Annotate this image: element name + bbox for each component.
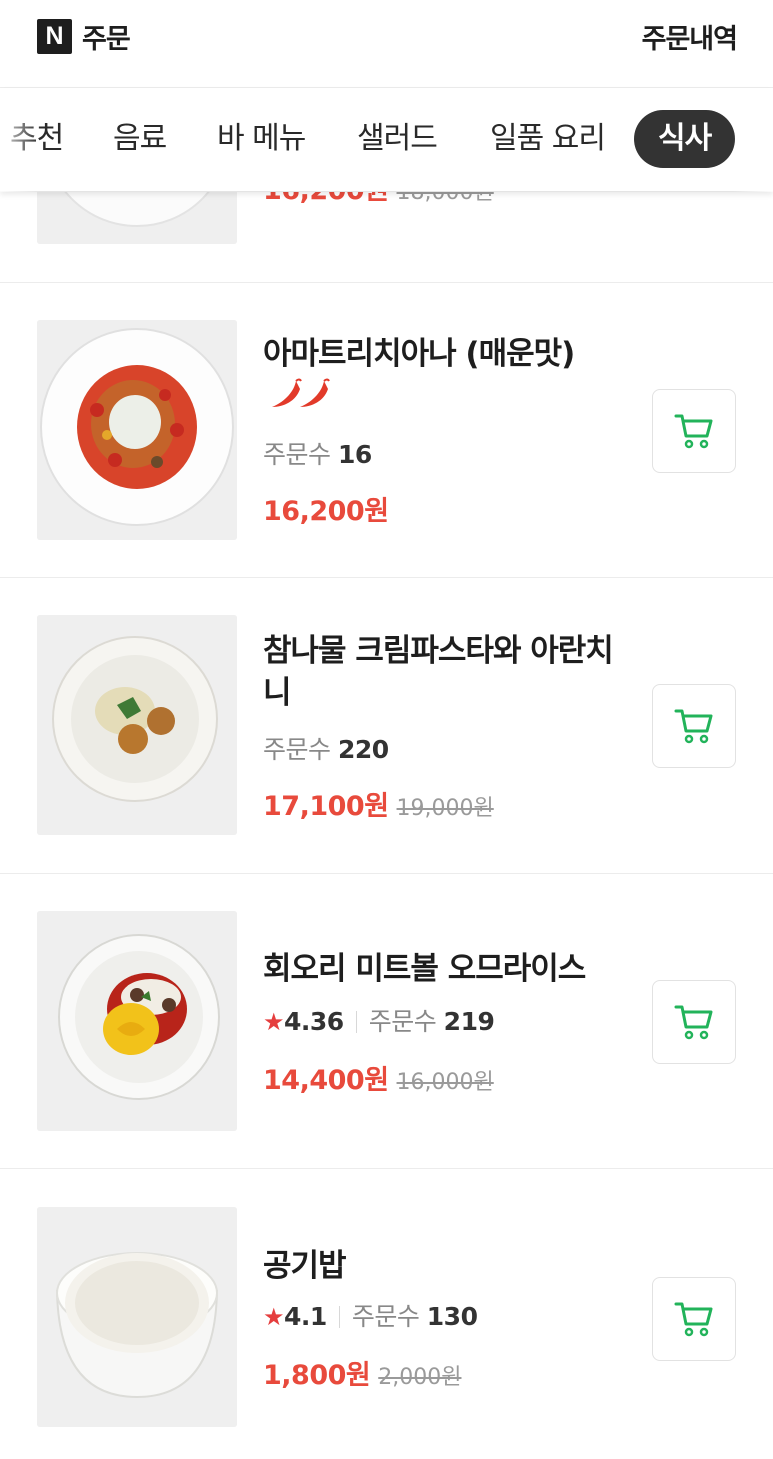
cart-icon <box>674 709 713 744</box>
order-count-label: 주문수 <box>351 1302 420 1331</box>
cart-icon <box>674 1005 713 1040</box>
order-count: 주문수 220 <box>263 730 389 766</box>
app-header: N 주문 주문내역 <box>0 0 773 88</box>
add-to-cart-button[interactable] <box>652 389 736 473</box>
original-price: 19,000원 <box>396 796 494 821</box>
chili-pepper-icon <box>268 377 330 415</box>
menu-item-name: 공기밥 <box>263 1248 347 1284</box>
rating-value: 4.1 <box>284 1302 327 1331</box>
order-history-link[interactable]: 주문내역 <box>642 17 738 56</box>
menu-item-name: 참나물 크림파스타와 아란치니 <box>263 633 614 711</box>
menu-item-name: 아마트리치아나 (매운맛) <box>263 336 575 372</box>
add-to-cart-button[interactable] <box>652 684 736 768</box>
menu-item-price: 1,800원 2,000원 <box>263 1353 461 1392</box>
order-count-value: 219 <box>443 1007 495 1036</box>
sale-price: 14,400원 <box>263 1065 389 1096</box>
menu-item[interactable]: 아마트리치아나 (매운맛) 주문수 16 16,200원 <box>0 282 773 578</box>
tab-scroll-fade-right <box>733 88 773 192</box>
order-count-label: 주문수 <box>368 1007 437 1036</box>
add-to-cart-button[interactable] <box>652 1277 736 1361</box>
meta-divider <box>355 1011 357 1033</box>
menu-item[interactable]: 회오리 미트볼 오므라이스 ★4.36 주문수 219 14,400원 16,000… <box>0 873 773 1169</box>
menu-list: 16,200원18,000원 아마트리치아나 (매운맛) <box>0 0 773 1459</box>
original-price: 16,000원 <box>396 1070 494 1095</box>
tab-meal[interactable]: 식사 <box>634 110 736 168</box>
rating-and-orders: ★4.1 주문수 130 <box>263 1297 478 1333</box>
menu-item[interactable]: 참나물 크림파스타와 아란치니 주문수 220 17,100원 19,000원 <box>0 577 773 873</box>
star-icon: ★ <box>263 1303 285 1331</box>
sale-price: 17,100원 <box>263 791 389 822</box>
sale-price: 1,800원 <box>263 1360 371 1391</box>
omurice-image <box>37 911 237 1131</box>
cart-icon <box>674 414 713 449</box>
order-count-value: 16 <box>337 440 372 469</box>
rice-bowl-image <box>37 1207 237 1427</box>
menu-item-image <box>37 1207 237 1427</box>
page-title: 주문 <box>82 24 131 55</box>
tab-salad[interactable]: 샐러드 <box>357 110 438 168</box>
menu-item-price: 17,100원 19,000원 <box>263 784 494 823</box>
meta-divider <box>338 1306 340 1328</box>
add-to-cart-button[interactable] <box>652 980 736 1064</box>
rating-value: 4.36 <box>284 1007 344 1036</box>
tab-drinks[interactable]: 음료 <box>113 110 167 168</box>
cream-pasta-image <box>37 615 237 835</box>
naver-logo: N <box>37 19 72 54</box>
menu-item-price: 14,400원 16,000원 <box>263 1058 494 1097</box>
menu-item-name: 회오리 미트볼 오므라이스 <box>263 951 586 987</box>
menu-item-image <box>37 911 237 1131</box>
order-count-value: 130 <box>426 1302 478 1331</box>
sale-price: 16,200원 <box>263 496 389 527</box>
menu-item-image <box>37 615 237 835</box>
rating-and-orders: ★4.36 주문수 219 <box>263 1002 495 1038</box>
order-count-value: 220 <box>337 735 389 764</box>
cart-icon <box>674 1302 713 1337</box>
menu-item[interactable]: 공기밥 ★4.1 주문수 130 1,800원 2,000원 <box>0 1168 773 1459</box>
menu-item-image <box>37 320 237 540</box>
original-price: 2,000원 <box>378 1365 462 1390</box>
tab-a-la-carte[interactable]: 일품 요리 <box>490 110 606 168</box>
order-count-label: 주문수 <box>263 440 331 469</box>
menu-item-price: 16,200원 <box>263 489 389 528</box>
tab-scroll-fade-left <box>0 88 40 192</box>
order-count-label: 주문수 <box>263 735 331 764</box>
pasta-image <box>37 320 237 540</box>
tab-bar-menu[interactable]: 바 메뉴 <box>217 110 306 168</box>
order-count: 주문수 16 <box>263 435 372 471</box>
category-tabs: 추천 음료 바 메뉴 샐러드 일품 요리 식사 <box>0 88 773 192</box>
star-icon: ★ <box>263 1008 285 1036</box>
